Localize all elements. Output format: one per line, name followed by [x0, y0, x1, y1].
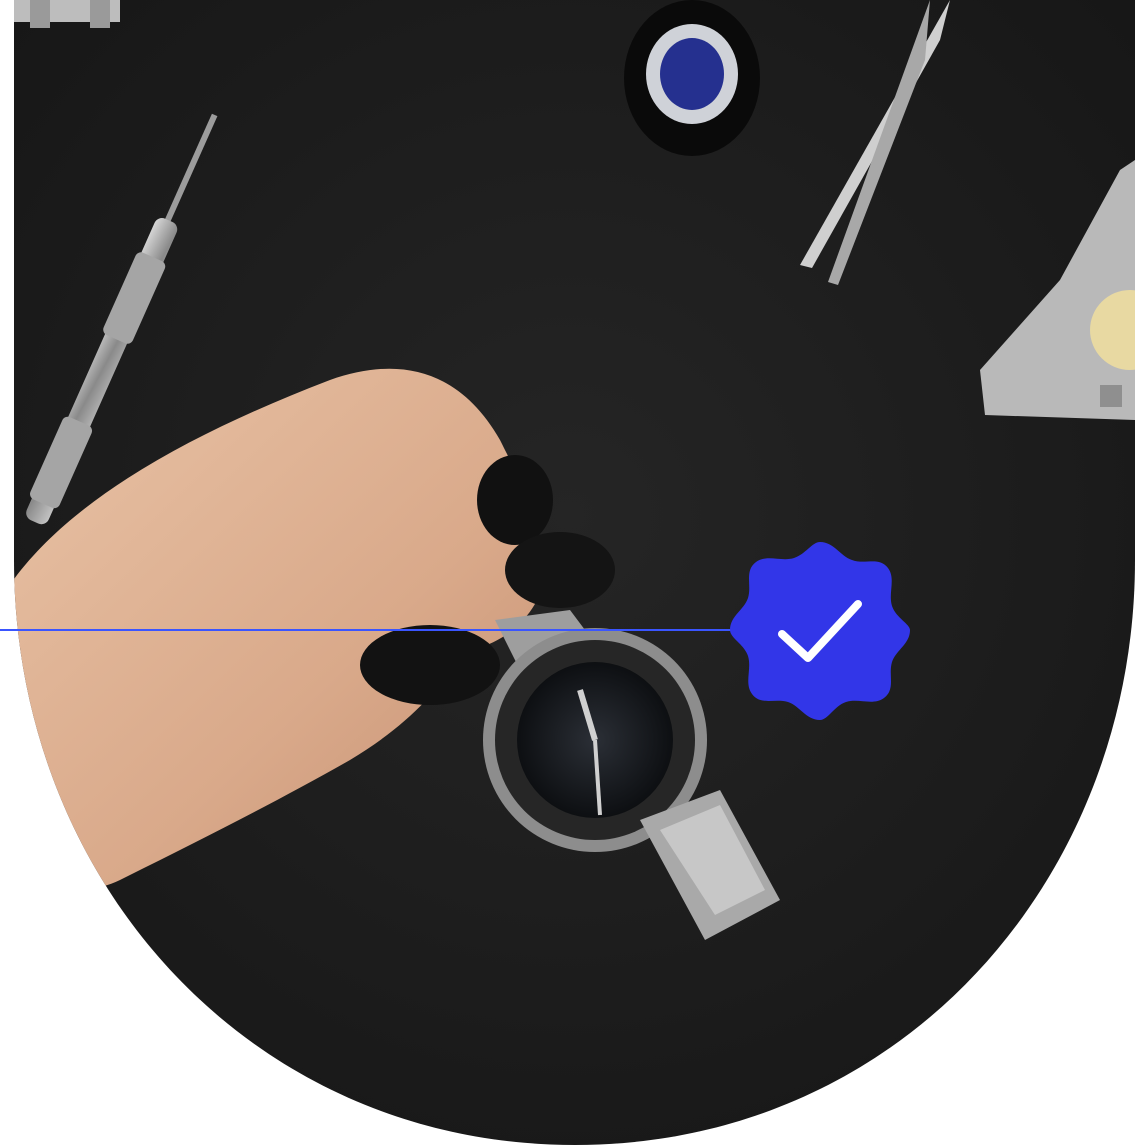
- check-icon: [730, 542, 910, 720]
- hero-section: [0, 0, 1140, 1145]
- verified-badge: [728, 538, 912, 722]
- watch-repair-photo: [0, 0, 1140, 1145]
- connector-line: [0, 629, 745, 631]
